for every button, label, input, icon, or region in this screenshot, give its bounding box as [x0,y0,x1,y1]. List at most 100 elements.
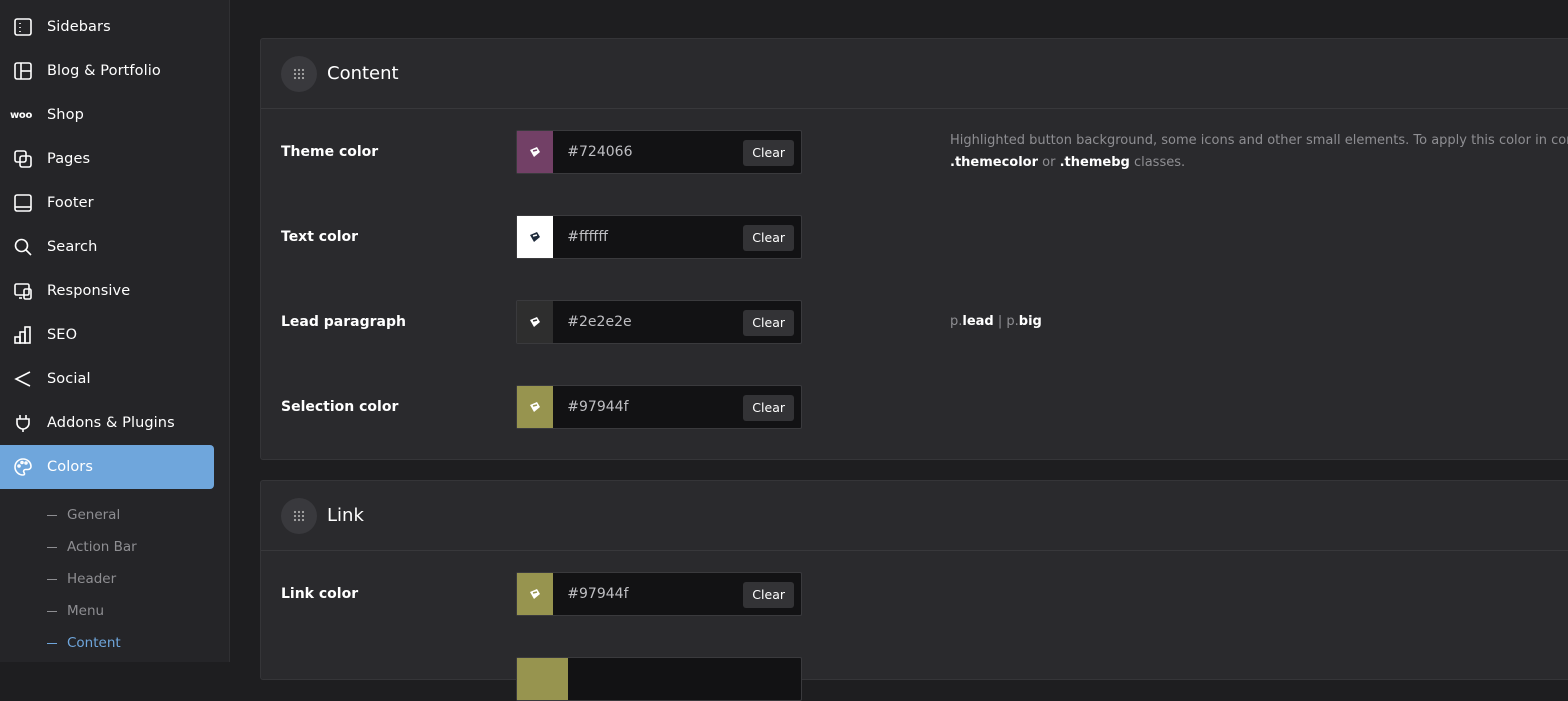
eyedropper-icon [530,147,541,157]
pages-icon [12,148,34,170]
sidebar-item-label: Colors [47,459,94,475]
color-row-link: Link color Clear [261,572,1568,616]
subnav-item-label: Action Bar [67,539,137,555]
color-row-partial [261,657,1568,701]
eyedropper-icon [530,232,541,242]
subnav-item-label: General [67,507,121,523]
sidebar-item-sidebars[interactable]: Sidebars [0,5,214,49]
sidebar-item-label: Blog & Portfolio [47,63,161,79]
panel-title: Content [327,63,399,84]
subnav-item-label: Content [67,635,121,651]
sidebar-item-responsive[interactable]: Responsive [0,269,214,313]
description-text: classes. [1129,155,1186,170]
panel-header: Content [261,39,1568,109]
footer-icon [12,192,34,214]
sidebar-item-label: Shop [47,107,84,123]
color-swatch[interactable] [517,216,554,258]
content-panel: Content Theme color Clear Highlighted bu… [260,38,1568,460]
hex-input[interactable] [553,216,744,258]
subnav-item-label: Header [67,571,117,587]
color-swatch[interactable] [517,386,554,428]
color-picker: Clear [516,130,802,174]
clear-button[interactable]: Clear [743,582,794,608]
description-text: p. [950,314,963,329]
sidebar-item-blog-portfolio[interactable]: Blog & Portfolio [0,49,214,93]
panel-title: Link [327,505,364,526]
subnav-item-menu[interactable]: Menu [47,600,104,622]
sidebar-item-colors[interactable]: Colors [0,445,214,489]
dash-icon [47,546,57,548]
responsive-icon [12,280,34,302]
hex-input[interactable] [553,131,744,173]
field-label: Text color [281,229,359,245]
theme-color-description: Highlighted button background, some icon… [950,130,1568,174]
sidebar-item-label: Search [47,239,98,255]
class-name: lead [962,314,994,329]
sidebar-item-label: Footer [47,195,94,211]
class-name: .themebg [1059,155,1130,170]
class-name: .themecolor [950,155,1039,170]
sidebar-item-social[interactable]: Social [0,357,214,401]
description-text: | [993,314,1007,329]
link-panel: Link Link color Clear [260,480,1568,701]
sidebar-item-label: Pages [47,151,91,167]
description-text: or [1038,155,1060,170]
plug-icon [12,412,34,434]
field-label: Theme color [281,144,379,160]
woo-icon: woo [9,104,34,126]
sidebar-item-seo[interactable]: SEO [0,313,214,357]
color-swatch[interactable] [517,658,568,700]
color-swatch[interactable] [517,573,554,615]
grid-layout-icon [12,60,34,82]
hex-input[interactable] [553,573,744,615]
subnav-item-action-bar[interactable]: Action Bar [47,536,137,558]
sidebar-layout-icon [12,16,34,38]
sidebar-item-shop[interactable]: woo Shop [0,93,214,137]
panel-header: Link [261,481,1568,551]
color-picker [516,657,802,701]
sidebar-item-search[interactable]: Search [0,225,214,269]
woo-icon-text: woo [9,109,33,121]
color-swatch[interactable] [517,131,554,173]
hex-input[interactable] [553,301,744,343]
eyedropper-icon [530,402,541,412]
color-row-selection: Selection color Clear [261,385,1568,429]
description-text: Highlighted button background, some icon… [950,133,1568,148]
sidebar-item-label: SEO [47,327,78,343]
dash-icon [47,610,57,612]
sidebar-item-addons-plugins[interactable]: Addons & Plugins [0,401,214,445]
description-text: p. [1006,314,1019,329]
clear-button[interactable]: Clear [743,140,794,166]
dash-icon [47,642,57,644]
field-label: Lead paragraph [281,314,406,330]
sidebar-item-label: Sidebars [47,19,111,35]
clear-button[interactable]: Clear [743,310,794,336]
color-picker: Clear [516,215,802,259]
field-label: Link color [281,586,359,602]
clear-button[interactable]: Clear [743,395,794,421]
sidebar-item-footer[interactable]: Footer [0,181,214,225]
hex-input[interactable] [553,386,744,428]
subnav-item-content[interactable]: Content [47,632,121,654]
lead-paragraph-description: p.lead | p.big [950,311,1042,333]
sidebar-item-label: Social [47,371,91,387]
dash-icon [47,514,57,516]
color-row-lead-paragraph: Lead paragraph Clear [261,300,1568,344]
sidebar: Sidebars Blog & Portfolio woo Shop Pages… [0,0,230,662]
field-label: Selection color [281,399,399,415]
color-picker: Clear [516,300,802,344]
search-icon [12,236,34,258]
subnav-item-general[interactable]: General [47,504,120,526]
description-classes: .themecolor or .themebg classes. [950,152,1568,174]
color-swatch[interactable] [517,301,554,343]
sidebar-item-label: Responsive [47,283,131,299]
drag-handle-icon[interactable] [281,497,317,534]
drag-handle-icon[interactable] [281,55,317,92]
dash-icon [47,578,57,580]
color-picker: Clear [516,385,802,429]
sidebar-item-pages[interactable]: Pages [0,137,214,181]
eyedropper-icon [530,589,541,599]
subnav-item-header[interactable]: Header [47,568,116,590]
clear-button[interactable]: Clear [743,225,794,251]
subnav-item-label: Menu [67,603,105,619]
